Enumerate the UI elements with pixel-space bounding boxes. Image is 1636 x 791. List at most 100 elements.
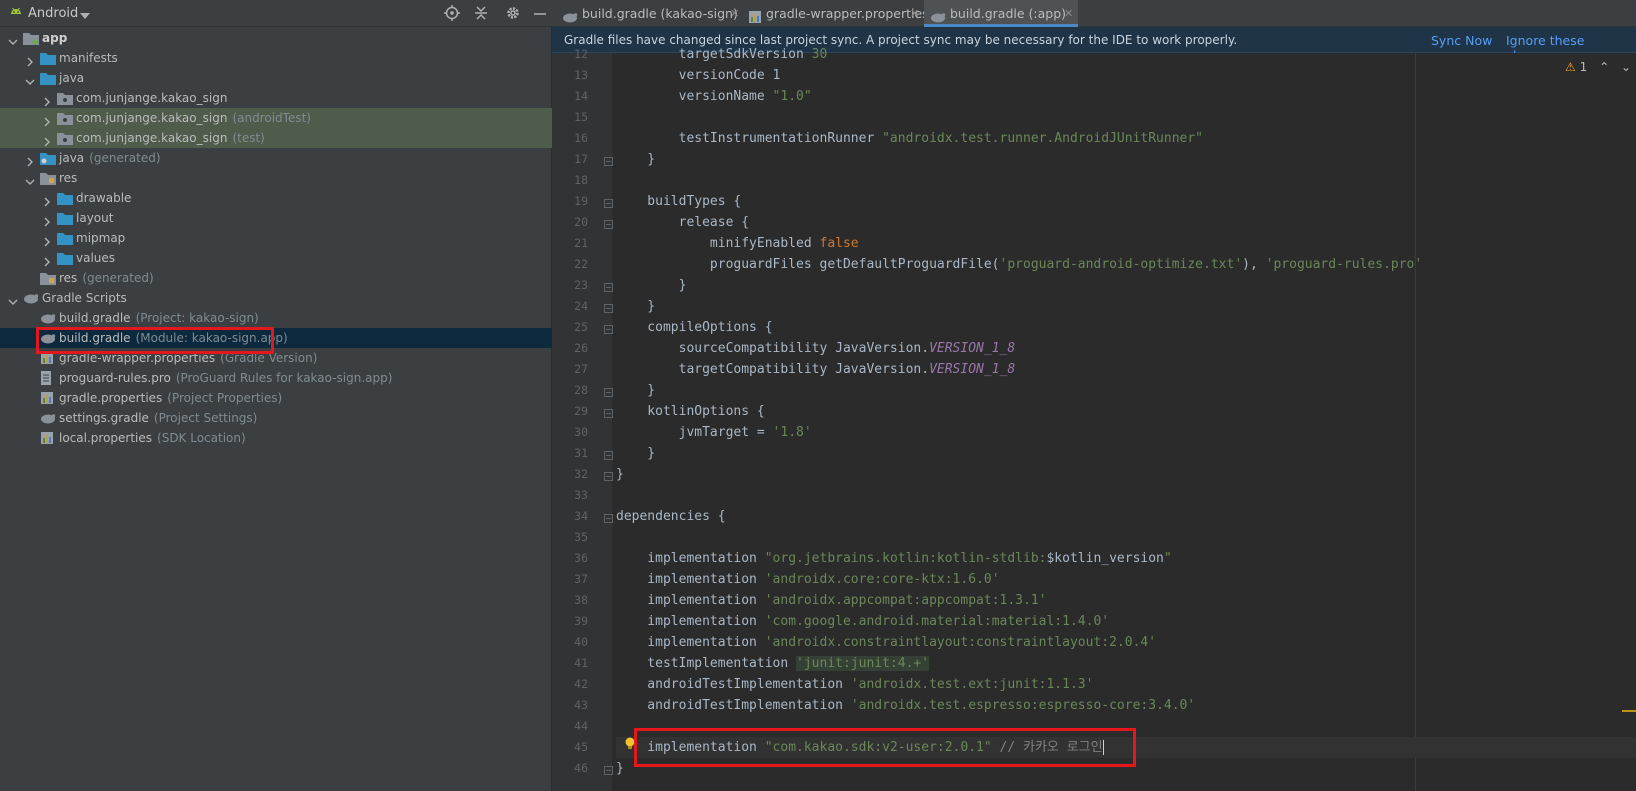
close-icon[interactable]: ✕: [1064, 0, 1073, 27]
generated-folder-icon: [40, 151, 56, 165]
code-line[interactable]: implementation "org.jetbrains.kotlin:kot…: [616, 548, 1171, 569]
code-line[interactable]: proguardFiles getDefaultProguardFile('pr…: [616, 254, 1422, 275]
code-line[interactable]: implementation 'com.google.android.mater…: [616, 611, 1109, 632]
code-line[interactable]: }: [616, 443, 655, 464]
code-line[interactable]: minifyEnabled false: [616, 233, 859, 254]
tree-item[interactable]: settings.gradle (Project Settings): [0, 408, 552, 428]
code-line[interactable]: }: [616, 380, 655, 401]
code-line[interactable]: release {: [616, 212, 749, 233]
inspection-widget[interactable]: ⚠ 1 ⌃ ⌄: [1565, 60, 1631, 74]
code-line[interactable]: versionName "1.0": [616, 86, 812, 107]
tab-build-gradle-app[interactable]: build.gradle (:app) ✕: [924, 0, 1078, 27]
tree-item[interactable]: values: [0, 248, 552, 268]
chevron-right-icon[interactable]: [42, 113, 52, 127]
minimize-icon[interactable]: [532, 5, 548, 21]
close-icon[interactable]: ✕: [730, 0, 739, 27]
tab-gradle-wrapper-properties[interactable]: gradle-wrapper.properties ✕: [746, 0, 929, 27]
code-line[interactable]: }: [616, 296, 655, 317]
collapse-all-icon[interactable]: [473, 5, 489, 21]
tree-item[interactable]: mipmap: [0, 228, 552, 248]
chevron-down-icon[interactable]: ⌄: [1621, 60, 1631, 74]
code-line[interactable]: targetSdkVersion 30: [616, 44, 828, 65]
chevron-right-icon[interactable]: [42, 133, 52, 147]
code-line[interactable]: testInstrumentationRunner "androidx.test…: [616, 128, 1203, 149]
code-line[interactable]: implementation 'androidx.appcompat:appco…: [616, 590, 1046, 611]
code-line[interactable]: buildTypes {: [616, 191, 741, 212]
package-icon: [57, 131, 73, 145]
code-line[interactable]: androidTestImplementation 'androidx.test…: [616, 674, 1093, 695]
code-line[interactable]: compileOptions {: [616, 317, 772, 338]
tree-item[interactable]: com.junjange.kakao_sign (androidTest): [0, 108, 552, 128]
tree-item[interactable]: res (generated): [0, 268, 552, 288]
code-line[interactable]: }: [616, 275, 687, 296]
code-line[interactable]: implementation 'androidx.constraintlayou…: [616, 632, 1156, 653]
tree-item[interactable]: layout: [0, 208, 552, 228]
chevron-right-icon[interactable]: [42, 233, 52, 247]
code-line[interactable]: }: [616, 149, 655, 170]
code-line[interactable]: jvmTarget = '1.8': [616, 422, 812, 443]
tree-item[interactable]: java: [0, 68, 552, 88]
tree-item[interactable]: local.properties (SDK Location): [0, 428, 552, 448]
fold-marker-icon[interactable]: [604, 302, 613, 313]
code-line[interactable]: testImplementation 'junit:junit:4.+': [616, 653, 930, 674]
tree-item[interactable]: manifests: [0, 48, 552, 68]
code-line[interactable]: versionCode 1: [616, 65, 781, 86]
code-line[interactable]: }: [616, 758, 624, 779]
fold-marker-icon[interactable]: [604, 197, 613, 208]
fold-marker-icon[interactable]: [604, 470, 613, 481]
chevron-up-icon[interactable]: ⌃: [1599, 60, 1609, 74]
code-token: implementation: [616, 551, 765, 566]
tree-item[interactable]: res: [0, 168, 552, 188]
fold-marker-icon[interactable]: [604, 155, 613, 166]
fold-marker-icon[interactable]: [604, 407, 613, 418]
chevron-down-icon[interactable]: [8, 33, 18, 45]
code-line[interactable]: kotlinOptions {: [616, 401, 764, 422]
chevron-right-icon[interactable]: [25, 153, 35, 167]
tree-item[interactable]: com.junjange.kakao_sign (test): [0, 128, 552, 148]
tree-item-name: drawable: [76, 191, 132, 205]
locate-icon[interactable]: [444, 5, 460, 21]
tree-item[interactable]: app: [0, 28, 552, 48]
sync-now-link[interactable]: Sync Now: [1431, 33, 1492, 48]
chevron-down-icon[interactable]: [25, 173, 35, 185]
code-line[interactable]: sourceCompatibility JavaVersion.VERSION_…: [616, 338, 1016, 359]
tree-item[interactable]: drawable: [0, 188, 552, 208]
code-line[interactable]: dependencies {: [616, 506, 726, 527]
android-icon: [9, 6, 23, 23]
tree-item-label: java: [59, 68, 84, 88]
line-number: 42: [574, 677, 588, 691]
project-view-selector[interactable]: Android: [28, 6, 78, 21]
tab-build-gradle-project[interactable]: build.gradle (kakao-sign) ✕: [560, 0, 739, 27]
fold-marker-icon[interactable]: [604, 512, 613, 523]
tree-item[interactable]: build.gradle (Project: kakao-sign): [0, 308, 552, 328]
chevron-down-icon[interactable]: [8, 293, 18, 305]
fold-marker-icon[interactable]: [604, 218, 613, 229]
close-icon[interactable]: ✕: [910, 0, 919, 27]
tree-item-name: com.junjange.kakao_sign: [76, 111, 228, 125]
tree-item[interactable]: Gradle Scripts: [0, 288, 552, 308]
fold-marker-icon[interactable]: [604, 281, 613, 292]
chevron-right-icon[interactable]: [42, 193, 52, 207]
chevron-down-icon[interactable]: [80, 9, 90, 23]
fold-marker-icon[interactable]: [604, 449, 613, 460]
gear-icon[interactable]: [505, 5, 521, 21]
code-token: sourceCompatibility JavaVersion.: [616, 341, 930, 356]
fold-marker-icon[interactable]: [604, 386, 613, 397]
code-line[interactable]: targetCompatibility JavaVersion.VERSION_…: [616, 359, 1016, 380]
chevron-right-icon[interactable]: [42, 253, 52, 267]
tree-item-name: values: [76, 251, 116, 265]
code-line[interactable]: androidTestImplementation 'androidx.test…: [616, 695, 1195, 716]
chevron-right-icon[interactable]: [42, 213, 52, 227]
chevron-right-icon[interactable]: [42, 93, 52, 107]
fold-marker-icon[interactable]: [604, 323, 613, 334]
tree-item[interactable]: proguard-rules.pro (ProGuard Rules for ka…: [0, 368, 552, 388]
tree-item[interactable]: gradle.properties (Project Properties): [0, 388, 552, 408]
tree-item[interactable]: java (generated): [0, 148, 552, 168]
code-line[interactable]: }: [616, 464, 624, 485]
tree-item-name: res: [59, 171, 78, 185]
chevron-down-icon[interactable]: [25, 73, 35, 85]
tree-item[interactable]: com.junjange.kakao_sign: [0, 88, 552, 108]
fold-marker-icon[interactable]: [604, 764, 613, 775]
code-line[interactable]: implementation 'androidx.core:core-ktx:1…: [616, 569, 999, 590]
chevron-right-icon[interactable]: [25, 53, 35, 67]
